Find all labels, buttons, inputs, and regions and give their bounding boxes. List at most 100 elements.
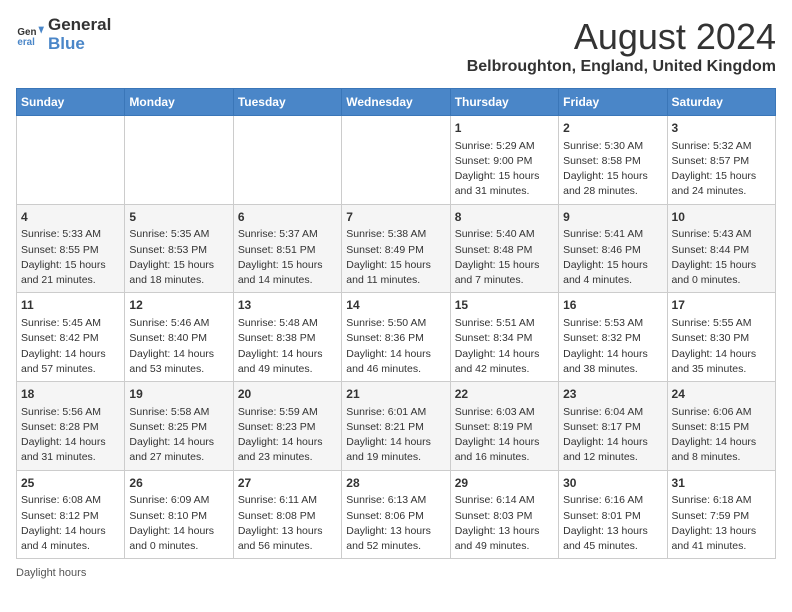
day-info: Sunrise: 6:09 AM Sunset: 8:10 PM Dayligh… [129, 493, 228, 554]
col-header-thursday: Thursday [450, 89, 558, 116]
logo-icon: Gen eral [16, 21, 44, 49]
svg-text:eral: eral [17, 36, 35, 47]
footer: Daylight hours [16, 567, 776, 579]
calendar-cell [233, 116, 341, 205]
day-number: 24 [672, 386, 771, 403]
calendar-cell: 18Sunrise: 5:56 AM Sunset: 8:28 PM Dayli… [17, 382, 125, 471]
day-number: 20 [238, 386, 337, 403]
day-number: 10 [672, 209, 771, 226]
day-number: 27 [238, 475, 337, 492]
col-header-monday: Monday [125, 89, 233, 116]
day-number: 7 [346, 209, 445, 226]
day-number: 15 [455, 297, 554, 314]
calendar-cell: 2 Sunrise: 5:30 AM Sunset: 8:58 PM Daylig… [559, 116, 667, 205]
day-number: 16 [563, 297, 662, 314]
calendar-cell: 13 Sunrise: 5:48 AM Sunset: 8:38 PM Dayli… [233, 293, 341, 382]
day-number: 12 [129, 297, 228, 314]
day-info: Sunrise: 5:51 AM Sunset: 8:34 PM Dayligh… [455, 316, 554, 377]
day-number: 1 [455, 120, 554, 137]
day-info: Sunrise: 6:11 AM Sunset: 8:08 PM Dayligh… [238, 493, 337, 554]
day-number: 11 [21, 297, 120, 314]
col-header-tuesday: Tuesday [233, 89, 341, 116]
day-number: 30 [563, 475, 662, 492]
calendar-cell: 3 Sunrise: 5:32 AM Sunset: 8:57 PM Daylig… [667, 116, 775, 205]
calendar-table: SundayMondayTuesdayWednesdayThursdayFrid… [16, 88, 776, 559]
day-info: Sunrise: 6:13 AM Sunset: 8:06 PM Dayligh… [346, 493, 445, 554]
title-block: August 2024 Belbroughton, England, Unite… [467, 16, 776, 76]
calendar-cell: 11 Sunrise: 5:45 AM Sunset: 8:42 PM Dayli… [17, 293, 125, 382]
day-number: 17 [672, 297, 771, 314]
calendar-cell [342, 116, 450, 205]
location: Belbroughton, England, United Kingdom [467, 58, 776, 76]
col-header-wednesday: Wednesday [342, 89, 450, 116]
calendar-cell: 19 Sunrise: 5:58 AM Sunset: 8:25 PM Dayli… [125, 382, 233, 471]
day-info: Sunrise: 6:04 AM Sunset: 8:17 PM Dayligh… [563, 405, 662, 466]
day-number: 25 [21, 475, 120, 492]
day-number: 22 [455, 386, 554, 403]
day-info: Sunrise: 5:30 AM Sunset: 8:58 PM Dayligh… [563, 139, 662, 200]
calendar-cell: 1 Sunrise: 5:29 AM Sunset: 9:00 PM Daylig… [450, 116, 558, 205]
month-year: August 2024 [467, 16, 776, 58]
day-info: Sunrise: 5:32 AM Sunset: 8:57 PM Dayligh… [672, 139, 771, 200]
logo-line1: General [48, 16, 111, 35]
calendar-cell: 8Sunrise: 5:40 AM Sunset: 8:48 PM Daylig… [450, 204, 558, 293]
calendar-week-4: 25Sunrise: 6:08 AM Sunset: 8:12 PM Dayli… [17, 470, 776, 559]
day-number: 23 [563, 386, 662, 403]
calendar-cell: 25Sunrise: 6:08 AM Sunset: 8:12 PM Dayli… [17, 470, 125, 559]
calendar-cell: 14Sunrise: 5:50 AM Sunset: 8:36 PM Dayli… [342, 293, 450, 382]
calendar-cell: 9Sunrise: 5:41 AM Sunset: 8:46 PM Daylig… [559, 204, 667, 293]
calendar-cell: 29Sunrise: 6:14 AM Sunset: 8:03 PM Dayli… [450, 470, 558, 559]
day-info: Sunrise: 5:29 AM Sunset: 9:00 PM Dayligh… [455, 139, 554, 200]
day-info: Sunrise: 5:40 AM Sunset: 8:48 PM Dayligh… [455, 227, 554, 288]
day-number: 19 [129, 386, 228, 403]
calendar-cell: 21 Sunrise: 6:01 AM Sunset: 8:21 PM Dayli… [342, 382, 450, 471]
calendar-week-0: 1 Sunrise: 5:29 AM Sunset: 9:00 PM Daylig… [17, 116, 776, 205]
logo-line2: Blue [48, 35, 111, 54]
calendar-cell: 6Sunrise: 5:37 AM Sunset: 8:51 PM Daylig… [233, 204, 341, 293]
calendar-cell: 5Sunrise: 5:35 AM Sunset: 8:53 PM Daylig… [125, 204, 233, 293]
day-number: 9 [563, 209, 662, 226]
day-info: Sunrise: 5:46 AM Sunset: 8:40 PM Dayligh… [129, 316, 228, 377]
day-info: Sunrise: 5:59 AM Sunset: 8:23 PM Dayligh… [238, 405, 337, 466]
day-number: 28 [346, 475, 445, 492]
day-info: Sunrise: 5:45 AM Sunset: 8:42 PM Dayligh… [21, 316, 120, 377]
calendar-cell: 12 Sunrise: 5:46 AM Sunset: 8:40 PM Dayli… [125, 293, 233, 382]
day-number: 2 [563, 120, 662, 137]
calendar-cell: 17 Sunrise: 5:55 AM Sunset: 8:30 PM Dayli… [667, 293, 775, 382]
day-info: Sunrise: 5:41 AM Sunset: 8:46 PM Dayligh… [563, 227, 662, 288]
day-number: 3 [672, 120, 771, 137]
calendar-cell: 24Sunrise: 6:06 AM Sunset: 8:15 PM Dayli… [667, 382, 775, 471]
calendar-cell: 20 Sunrise: 5:59 AM Sunset: 8:23 PM Dayli… [233, 382, 341, 471]
day-info: Sunrise: 5:37 AM Sunset: 8:51 PM Dayligh… [238, 227, 337, 288]
calendar-cell: 22 Sunrise: 6:03 AM Sunset: 8:19 PM Dayli… [450, 382, 558, 471]
day-number: 29 [455, 475, 554, 492]
day-info: Sunrise: 5:55 AM Sunset: 8:30 PM Dayligh… [672, 316, 771, 377]
calendar-cell [125, 116, 233, 205]
day-info: Sunrise: 6:01 AM Sunset: 8:21 PM Dayligh… [346, 405, 445, 466]
day-info: Sunrise: 5:33 AM Sunset: 8:55 PM Dayligh… [21, 227, 120, 288]
calendar-cell: 31Sunrise: 6:18 AM Sunset: 7:59 PM Dayli… [667, 470, 775, 559]
calendar-cell: 28Sunrise: 6:13 AM Sunset: 8:06 PM Dayli… [342, 470, 450, 559]
day-info: Sunrise: 5:58 AM Sunset: 8:25 PM Dayligh… [129, 405, 228, 466]
calendar-cell [17, 116, 125, 205]
calendar-cell: 23 Sunrise: 6:04 AM Sunset: 8:17 PM Dayli… [559, 382, 667, 471]
day-number: 21 [346, 386, 445, 403]
day-info: Sunrise: 6:16 AM Sunset: 8:01 PM Dayligh… [563, 493, 662, 554]
day-info: Sunrise: 5:48 AM Sunset: 8:38 PM Dayligh… [238, 316, 337, 377]
col-header-friday: Friday [559, 89, 667, 116]
day-number: 13 [238, 297, 337, 314]
day-info: Sunrise: 5:43 AM Sunset: 8:44 PM Dayligh… [672, 227, 771, 288]
day-number: 4 [21, 209, 120, 226]
day-info: Sunrise: 6:18 AM Sunset: 7:59 PM Dayligh… [672, 493, 771, 554]
calendar-cell: 10Sunrise: 5:43 AM Sunset: 8:44 PM Dayli… [667, 204, 775, 293]
day-number: 14 [346, 297, 445, 314]
day-number: 26 [129, 475, 228, 492]
day-info: Sunrise: 6:03 AM Sunset: 8:19 PM Dayligh… [455, 405, 554, 466]
calendar-week-3: 18Sunrise: 5:56 AM Sunset: 8:28 PM Dayli… [17, 382, 776, 471]
col-header-sunday: Sunday [17, 89, 125, 116]
day-info: Sunrise: 5:38 AM Sunset: 8:49 PM Dayligh… [346, 227, 445, 288]
day-info: Sunrise: 5:53 AM Sunset: 8:32 PM Dayligh… [563, 316, 662, 377]
calendar-header-row: SundayMondayTuesdayWednesdayThursdayFrid… [17, 89, 776, 116]
day-info: Sunrise: 6:08 AM Sunset: 8:12 PM Dayligh… [21, 493, 120, 554]
day-number: 8 [455, 209, 554, 226]
